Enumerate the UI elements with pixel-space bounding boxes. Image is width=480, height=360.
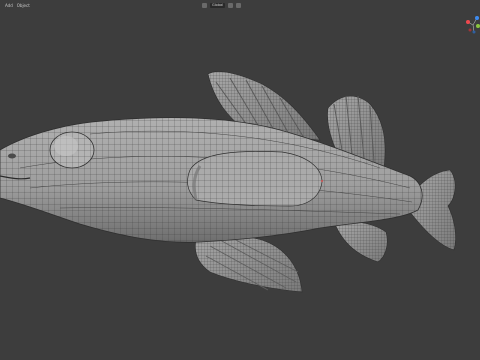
fish-eye xyxy=(49,131,95,169)
3d-viewport[interactable]: Add Object Global xyxy=(0,0,480,360)
anal-fin xyxy=(333,221,388,263)
fish-model[interactable] xyxy=(0,0,480,360)
vertex-marker xyxy=(321,180,323,182)
pectoral-fin xyxy=(187,151,323,207)
